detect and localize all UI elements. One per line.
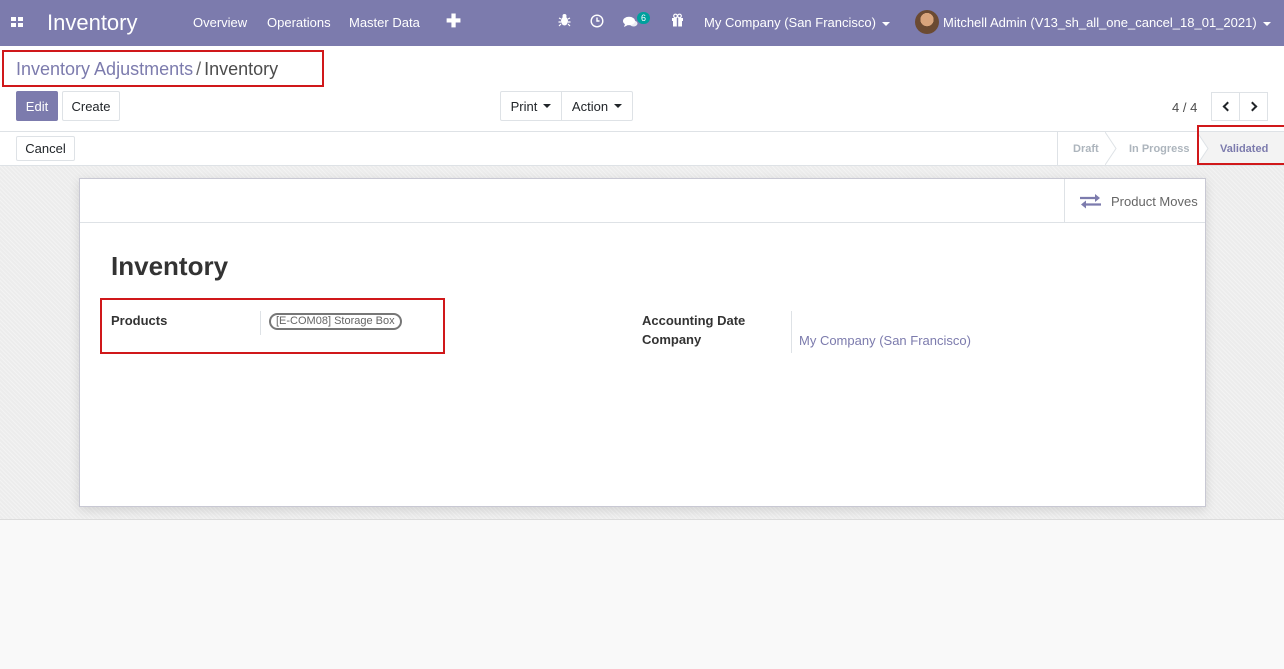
edit-button[interactable]: Edit: [16, 91, 58, 121]
chevron-left-icon: [1222, 101, 1232, 112]
avatar[interactable]: [915, 10, 939, 34]
record-title: Inventory: [111, 251, 229, 281]
top-navbar: Inventory Overview Operations Master Dat…: [0, 0, 1284, 46]
chat-icon[interactable]: [623, 16, 638, 31]
highlight-box-status: [1197, 125, 1284, 165]
menu-master-data[interactable]: Master Data: [349, 15, 420, 30]
exchange-icon: [1080, 194, 1101, 209]
menu-operations[interactable]: Operations: [267, 15, 331, 30]
control-panel: Inventory Adjustments / Inventory Edit Cre…: [0, 46, 1284, 132]
menu-overview[interactable]: Overview: [193, 15, 247, 30]
company-label: Company: [642, 332, 702, 347]
gift-icon[interactable]: [671, 13, 684, 30]
pager-value[interactable]: 4 / 4: [1172, 100, 1197, 115]
button-box: Product Moves: [80, 179, 1205, 223]
status-step-draft[interactable]: Draft: [1057, 132, 1107, 165]
chevron-right-icon: [1247, 101, 1257, 112]
chat-badge: 6: [637, 12, 651, 24]
product-moves-label: Product Moves: [1111, 193, 1198, 209]
user-menu-label: Mitchell Admin (V13_sh_all_one_cancel_18…: [943, 15, 1257, 30]
caret-down-icon: [1262, 21, 1271, 26]
create-button[interactable]: Create: [62, 91, 120, 121]
status-bar: Cancel Draft In Progress Validated: [0, 132, 1284, 166]
company-switcher-label: My Company (San Francisco): [704, 15, 876, 30]
action-dropdown-label: Action: [571, 98, 609, 114]
status-arrow-icon: [1105, 132, 1117, 165]
plus-icon[interactable]: ✚: [446, 11, 461, 32]
bug-icon[interactable]: [558, 13, 571, 30]
user-menu[interactable]: Mitchell Admin (V13_sh_all_one_cancel_18…: [943, 15, 1271, 30]
highlight-box-products: [100, 298, 445, 354]
clock-icon[interactable]: [590, 14, 604, 31]
field-divider: [791, 311, 792, 353]
pager-next-button[interactable]: [1239, 92, 1268, 121]
cancel-button[interactable]: Cancel: [16, 136, 75, 161]
print-dropdown-label: Print: [510, 98, 538, 114]
pager-previous-button[interactable]: [1211, 92, 1240, 121]
product-moves-button[interactable]: Product Moves: [1064, 179, 1205, 223]
caret-down-icon: [881, 21, 890, 26]
app-title[interactable]: Inventory: [47, 10, 138, 36]
status-step-in-progress[interactable]: In Progress: [1117, 132, 1199, 165]
action-dropdown[interactable]: Action: [561, 91, 633, 121]
highlight-box-breadcrumb: [2, 50, 324, 87]
accounting-date-label: Accounting Date: [642, 313, 746, 328]
caret-down-icon: [614, 104, 623, 108]
print-dropdown[interactable]: Print: [500, 91, 562, 121]
caret-down-icon: [543, 104, 552, 108]
company-switcher[interactable]: My Company (San Francisco): [704, 15, 890, 30]
apps-icon[interactable]: [11, 17, 23, 27]
company-field-link[interactable]: My Company (San Francisco): [799, 333, 971, 348]
